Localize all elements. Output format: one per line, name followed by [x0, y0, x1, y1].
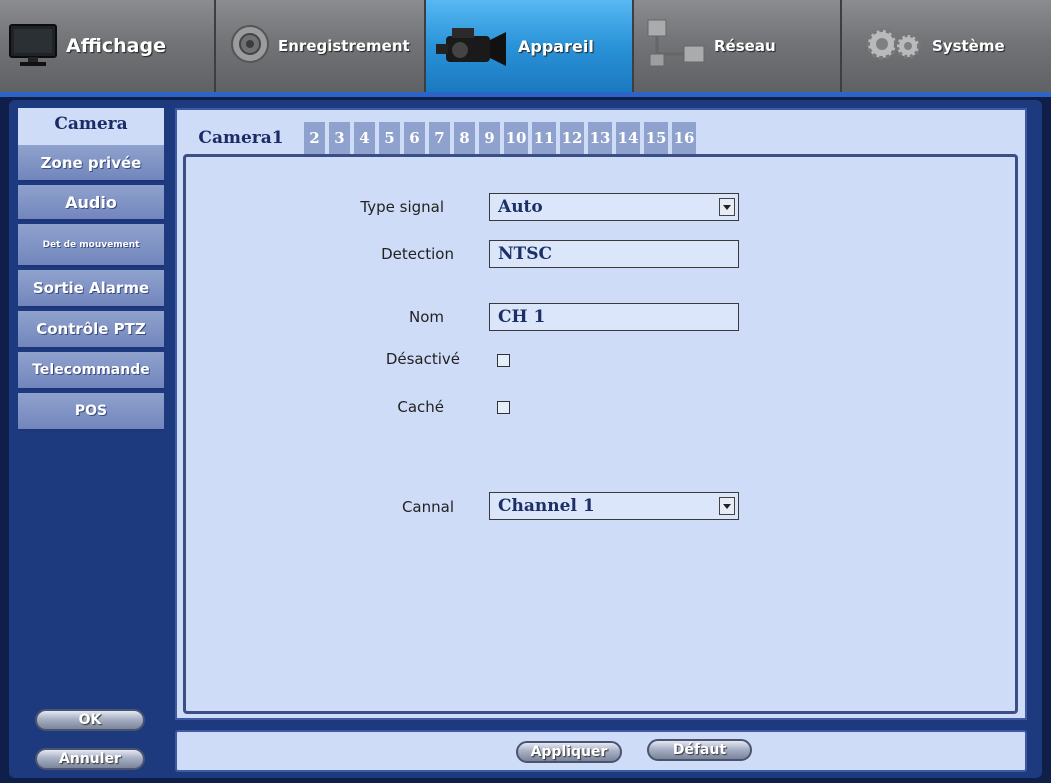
nav-tab-label: Système — [932, 37, 1005, 55]
sidebar-item-camera[interactable]: Camera — [18, 108, 164, 145]
tab-camera-13[interactable]: 13 — [588, 122, 614, 154]
sidebar-item-pos[interactable]: POS — [18, 393, 164, 431]
camera-settings-panel — [183, 154, 1018, 714]
nav-underline — [0, 92, 1051, 97]
nav-tab-systeme[interactable]: Système — [842, 0, 1051, 92]
chevron-down-icon — [719, 198, 735, 216]
apply-button-label: Appliquer — [530, 744, 608, 760]
tab-label: 9 — [484, 129, 495, 147]
tab-camera-10[interactable]: 10 — [504, 122, 530, 154]
name-input[interactable]: CH 1 — [489, 303, 739, 331]
tab-label: 8 — [459, 129, 470, 147]
tab-label: 5 — [384, 129, 395, 147]
tab-camera-16[interactable]: 16 — [672, 122, 698, 154]
sidebar-item-label: Zone privée — [40, 153, 142, 172]
top-navigation: Affichage Enregistrement Appareil Réseau… — [0, 0, 1051, 92]
sidebar-item-label: Det de mouvement — [42, 239, 140, 250]
tab-label: 10 — [505, 129, 527, 147]
sidebar-item-zone-privee[interactable]: Zone privée — [18, 145, 164, 182]
tab-label: 6 — [409, 129, 420, 147]
ok-button-label: OK — [78, 712, 102, 728]
sidebar-item-label: Contrôle PTZ — [36, 320, 146, 338]
sidebar-item-label: Telecommande — [32, 362, 150, 378]
sidebar-item-controle-ptz[interactable]: Contrôle PTZ — [18, 311, 164, 349]
tab-camera-14[interactable]: 14 — [616, 122, 642, 154]
tab-camera-6[interactable]: 6 — [404, 122, 427, 154]
tab-label: 3 — [334, 129, 345, 147]
tab-camera-2[interactable]: 2 — [304, 122, 327, 154]
sidebar-item-label: POS — [74, 403, 108, 419]
default-button[interactable]: Défaut — [647, 739, 752, 761]
chevron-down-icon — [719, 497, 735, 515]
tab-label: Camera1 — [198, 128, 284, 148]
name-value: CH 1 — [498, 307, 546, 327]
camera-lens-icon — [228, 22, 272, 70]
tab-label: 13 — [589, 129, 611, 147]
tab-camera-1[interactable]: Camera1 — [183, 122, 301, 154]
apply-button[interactable]: Appliquer — [516, 741, 622, 763]
nav-tab-reseau[interactable]: Réseau — [634, 0, 842, 92]
tab-label: 4 — [359, 129, 370, 147]
disabled-label: Désactivé — [385, 350, 460, 368]
nav-tab-affichage[interactable]: Affichage — [0, 0, 216, 92]
cancel-button-label: Annuler — [59, 751, 121, 767]
channel-value: Channel 1 — [498, 496, 595, 516]
nav-tab-enregistrement[interactable]: Enregistrement — [216, 0, 426, 92]
sidebar-item-sortie-alarme[interactable]: Sortie Alarme — [18, 270, 164, 308]
network-icon — [644, 16, 708, 76]
detection-field: NTSC — [489, 240, 739, 268]
sidebar-item-label: Audio — [65, 192, 117, 212]
camcorder-icon — [432, 14, 512, 78]
tab-camera-3[interactable]: 3 — [329, 122, 352, 154]
ok-button[interactable]: OK — [35, 709, 145, 731]
tab-camera-12[interactable]: 12 — [560, 122, 586, 154]
disabled-checkbox[interactable] — [497, 354, 510, 367]
nav-tab-label: Enregistrement — [278, 37, 410, 55]
tab-camera-4[interactable]: 4 — [354, 122, 377, 154]
hidden-label: Caché — [397, 398, 444, 416]
nav-tab-appareil[interactable]: Appareil — [426, 0, 634, 92]
hidden-checkbox[interactable] — [497, 401, 510, 414]
nav-tab-label: Réseau — [714, 37, 776, 55]
tab-label: 11 — [533, 129, 555, 147]
sidebar-item-label: Camera — [54, 114, 128, 134]
sidebar-item-det-mouvement[interactable]: Det de mouvement — [18, 224, 164, 267]
nav-tab-label: Appareil — [518, 36, 594, 56]
gear-icon — [862, 24, 926, 68]
tab-camera-11[interactable]: 11 — [532, 122, 558, 154]
tab-camera-9[interactable]: 9 — [479, 122, 502, 154]
signal-type-label: Type signal — [360, 198, 444, 216]
cancel-button[interactable]: Annuler — [35, 748, 145, 770]
channel-label: Cannal — [401, 498, 454, 516]
sidebar-item-telecommande[interactable]: Telecommande — [18, 352, 164, 390]
tab-label: 15 — [645, 129, 667, 147]
detection-value: NTSC — [498, 244, 552, 264]
name-label: Nom — [408, 308, 444, 326]
default-button-label: Défaut — [672, 742, 727, 758]
monitor-icon — [8, 21, 60, 71]
tab-label: 7 — [434, 129, 445, 147]
tab-camera-15[interactable]: 15 — [644, 122, 670, 154]
tab-label: 2 — [309, 129, 320, 147]
sidebar-item-label: Sortie Alarme — [32, 279, 150, 297]
tab-camera-8[interactable]: 8 — [454, 122, 477, 154]
signal-type-value: Auto — [498, 197, 543, 217]
tab-label: 16 — [673, 129, 695, 147]
tab-label: 12 — [561, 129, 583, 147]
tab-camera-7[interactable]: 7 — [429, 122, 452, 154]
detection-label: Detection — [381, 245, 454, 263]
signal-type-select[interactable]: Auto — [489, 193, 739, 221]
tab-camera-5[interactable]: 5 — [379, 122, 402, 154]
sidebar-item-audio[interactable]: Audio — [18, 185, 164, 221]
channel-select[interactable]: Channel 1 — [489, 492, 739, 520]
nav-tab-label: Affichage — [66, 35, 166, 57]
tab-label: 14 — [617, 129, 639, 147]
